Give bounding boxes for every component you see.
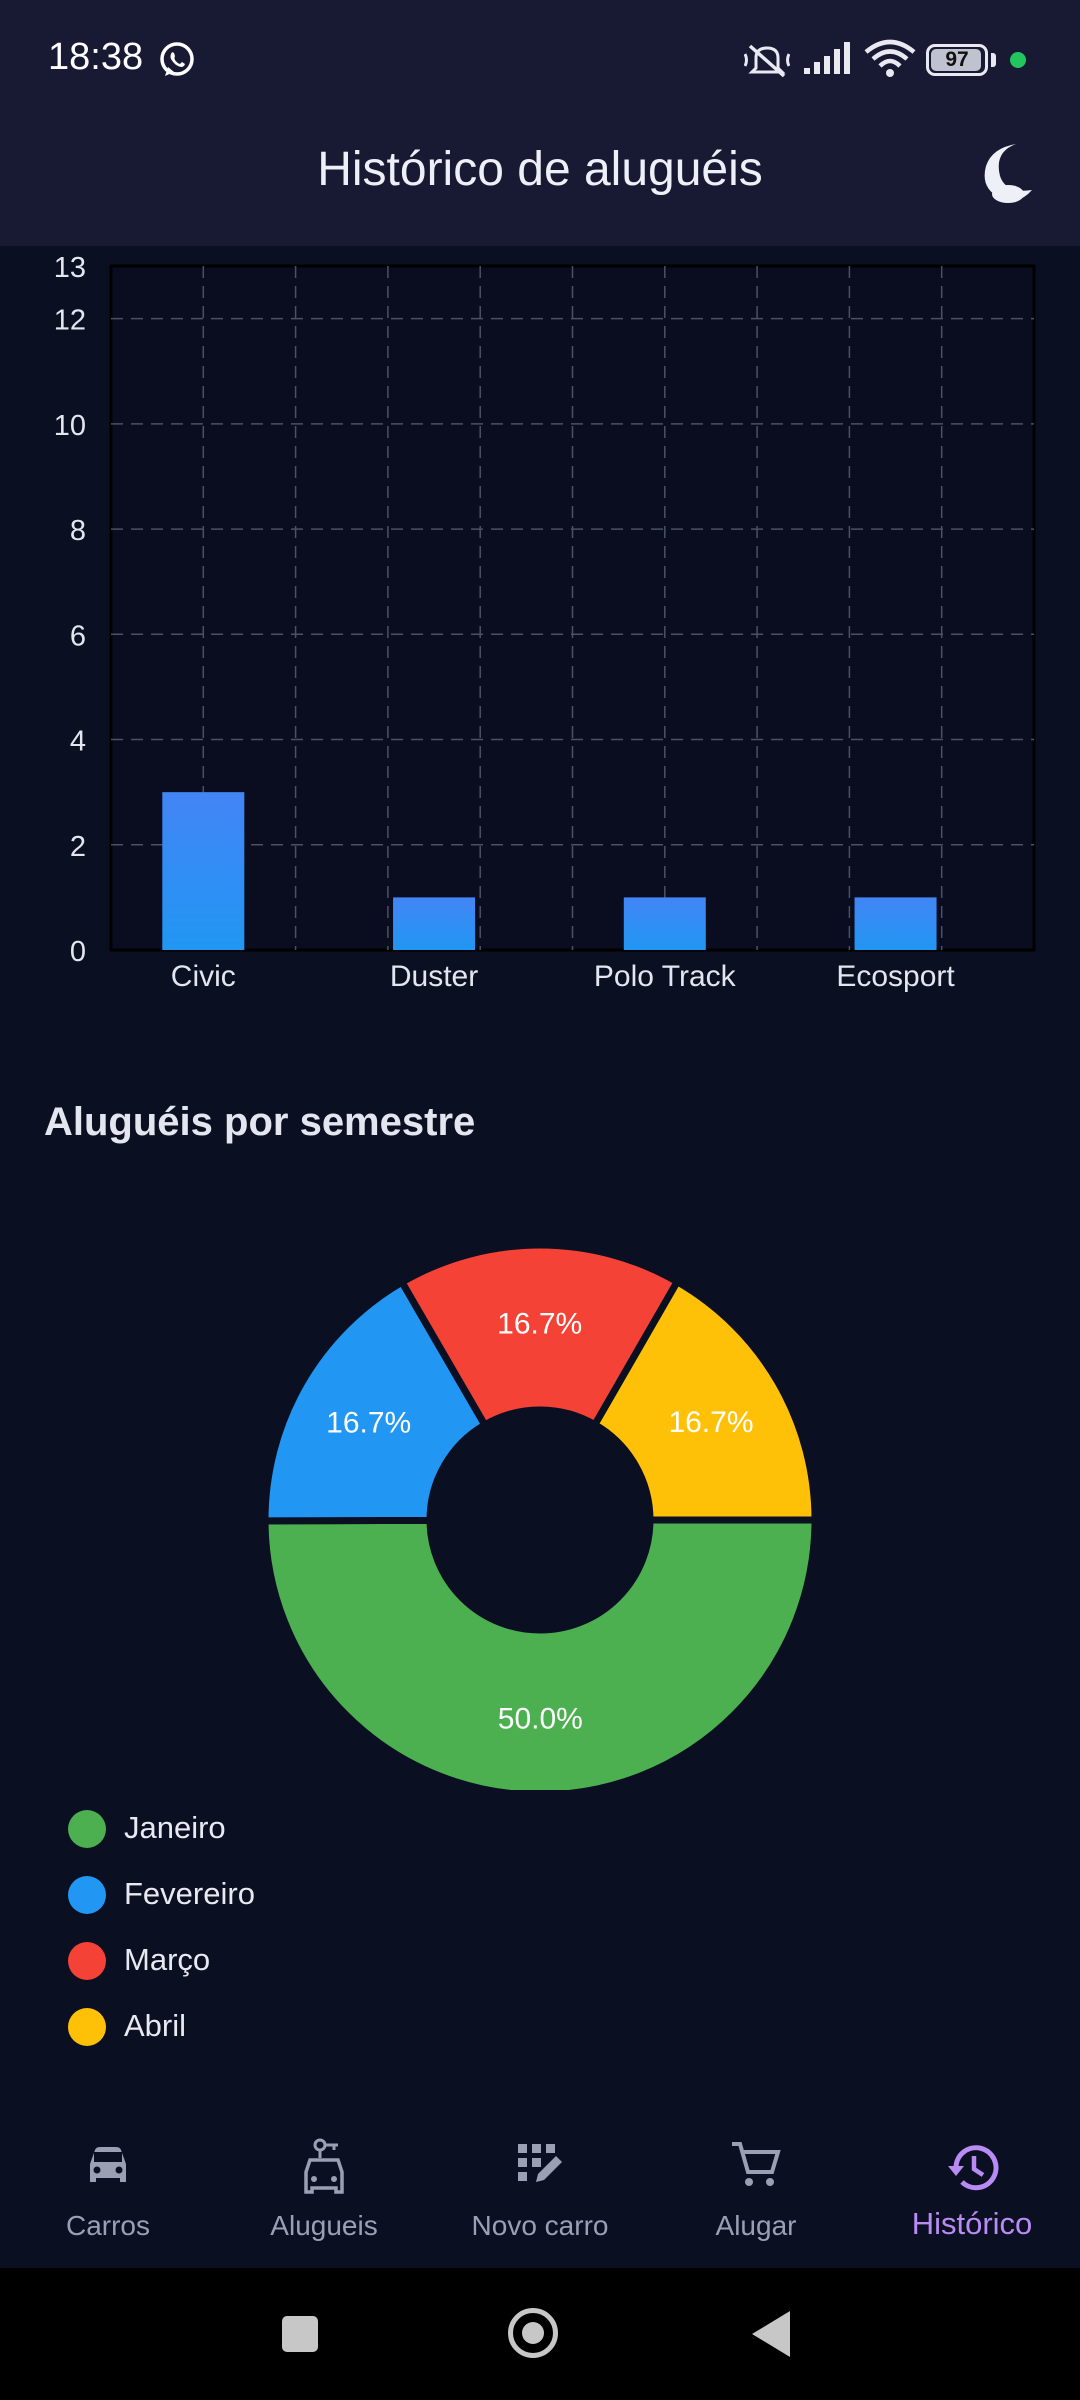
- car-icon: [90, 2147, 126, 2182]
- slice-value-label: 16.7%: [326, 1407, 411, 1440]
- bottom-navigation: Carros Alugueis Novo carro Alugar Histór…: [0, 2110, 1080, 2268]
- battery-icon: 97: [926, 44, 988, 76]
- legend-label: Fevereiro: [124, 1876, 255, 1911]
- slice-value-label: 16.7%: [497, 1308, 582, 1341]
- status-time: 18:38: [48, 36, 144, 78]
- donut-slice-janeiro: [261, 1516, 819, 1790]
- x-tick-label: Ecosport: [836, 960, 955, 993]
- app-bar: Histórico de aluguéis: [0, 122, 1080, 246]
- bar-chart: 0 2 4 6 8 10 12 13 Civic Duster Polo Track Ecosport: [0, 246, 1080, 1006]
- nav-label: Alugueis: [270, 2210, 378, 2241]
- car-rental-icon: [304, 2138, 344, 2194]
- y-tick-label: 2: [70, 831, 86, 863]
- nav-item-novo-carro[interactable]: Novo carro: [432, 2110, 648, 2268]
- x-tick-label: Civic: [171, 960, 236, 993]
- legend-dot: [68, 1942, 106, 1980]
- x-tick-label: Polo Track: [594, 960, 737, 993]
- back-button[interactable]: [752, 2311, 790, 2357]
- wifi-icon: [864, 39, 916, 77]
- history-icon: [948, 2145, 999, 2191]
- bar-polo-track: [623, 897, 706, 950]
- legend-label: Março: [124, 1942, 211, 1977]
- x-tick-label: Duster: [390, 960, 478, 993]
- bar-civic: [162, 792, 245, 950]
- y-tick-label: 13: [54, 252, 86, 284]
- page-title: Histórico de aluguéis: [317, 143, 763, 196]
- bar-ecosport: [854, 897, 937, 950]
- system-navigation-bar: [0, 2268, 1080, 2400]
- y-tick-label: 0: [70, 936, 86, 968]
- legend-label: Abril: [124, 2008, 187, 2043]
- nav-label: Novo carro: [471, 2210, 609, 2241]
- home-button-inner: [522, 2322, 544, 2344]
- moon-icon[interactable]: [978, 138, 1048, 208]
- edit-grid-icon: [518, 2144, 562, 2182]
- y-tick-label: 4: [70, 726, 86, 758]
- cart-icon: [732, 2142, 781, 2186]
- nav-label: Alugar: [715, 2210, 797, 2241]
- slice-value-label: 50.0%: [498, 1702, 583, 1735]
- battery-tip: [991, 53, 996, 67]
- silent-mode-icon: [744, 44, 790, 78]
- signal-icon: [804, 42, 850, 74]
- y-tick-label: 8: [70, 515, 86, 547]
- home-button[interactable]: [508, 2308, 558, 2358]
- legend-label: Janeiro: [124, 1810, 226, 1845]
- status-bar: 18:38 97: [0, 0, 1080, 122]
- nav-label: Histórico: [911, 2206, 1033, 2241]
- nav-item-historico[interactable]: Histórico: [864, 2110, 1080, 2268]
- slice-value-label: 16.7%: [668, 1406, 753, 1439]
- privacy-indicator-dot: [1010, 52, 1026, 68]
- y-tick-label: 12: [54, 305, 86, 337]
- nav-item-carros[interactable]: Carros: [0, 2110, 216, 2268]
- nav-item-alugar[interactable]: Alugar: [648, 2110, 864, 2268]
- legend-dot: [68, 1876, 106, 1914]
- whatsapp-icon: [160, 42, 194, 76]
- bar-duster: [393, 897, 476, 950]
- y-tick-label: 10: [54, 410, 86, 442]
- bar-chart-canvas: 0 2 4 6 8 10 12 13 Civic Duster Polo Track Ecosport: [54, 252, 1036, 993]
- y-tick-label: 6: [70, 620, 86, 652]
- recents-button[interactable]: [282, 2316, 318, 2352]
- battery-level: 97: [945, 48, 969, 71]
- nav-label: Carros: [65, 2210, 150, 2241]
- nav-item-alugueis[interactable]: Alugueis: [216, 2110, 432, 2268]
- pie-chart-title: Aluguéis por semestre: [44, 1100, 476, 1144]
- donut-chart: 50.0% 16.7% 16.7% 16.7%: [261, 1241, 819, 1790]
- legend-dot: [68, 1810, 106, 1848]
- legend-dot: [68, 2008, 106, 2046]
